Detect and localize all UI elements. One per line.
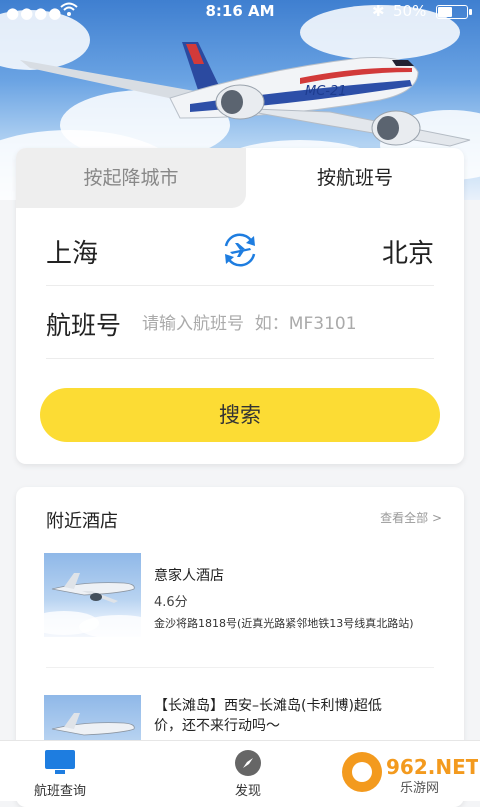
divider (46, 667, 434, 668)
watermark-brand: 962.NET (386, 755, 478, 779)
deal-title-line1: 【长滩岛】西安–长滩岛(卡利博)超低 (154, 698, 382, 714)
battery-fill (438, 7, 452, 17)
status-bar: ●●●● 8:16 AM ✱ 50% (0, 0, 480, 22)
tab-by-city[interactable]: 按起降城市 (16, 148, 246, 208)
tab-by-flight-number[interactable]: 按航班号 (246, 148, 464, 208)
hotel-address: 金沙将路1818号(近真光路紧邻地铁13号线真北路站) (154, 617, 414, 630)
flight-search-card: 按起降城市 按航班号 上海 北京 航班号 搜索 (16, 148, 464, 464)
view-all-link[interactable]: 查看全部 > (380, 509, 442, 526)
compass-icon (235, 750, 261, 776)
bluetooth-icon: ✱ (372, 2, 385, 20)
nav-discover[interactable]: 发现 (188, 741, 308, 801)
plane-label: MC-21 (305, 84, 347, 99)
watermark-logo: 962.NET 乐游网 (338, 748, 480, 796)
search-button[interactable]: 搜索 (40, 388, 440, 442)
divider (46, 358, 434, 359)
arrival-city[interactable]: 北京 (382, 233, 434, 270)
flight-number-label: 航班号 (46, 311, 122, 340)
watermark-sub: 乐游网 (400, 781, 439, 796)
divider (46, 285, 434, 286)
nav-flight-search[interactable]: 航班查询 (0, 741, 120, 801)
monitor-icon (45, 750, 75, 774)
nav-label: 航班查询 (33, 784, 86, 799)
hotel-name: 意家人酒店 (154, 568, 224, 584)
hotel-score: 4.6分 (154, 595, 188, 610)
battery-percent: 50% (393, 2, 427, 20)
section-title: 附近酒店 (46, 511, 118, 532)
departure-city[interactable]: 上海 (46, 233, 98, 270)
hotel-thumbnail (44, 553, 141, 637)
battery-icon (436, 5, 472, 19)
deal-title-line2: 价，还不来行动吗～ (154, 718, 280, 734)
swap-cities-icon[interactable] (220, 230, 260, 270)
nav-label: 发现 (234, 784, 261, 799)
flight-number-input[interactable] (140, 308, 434, 340)
